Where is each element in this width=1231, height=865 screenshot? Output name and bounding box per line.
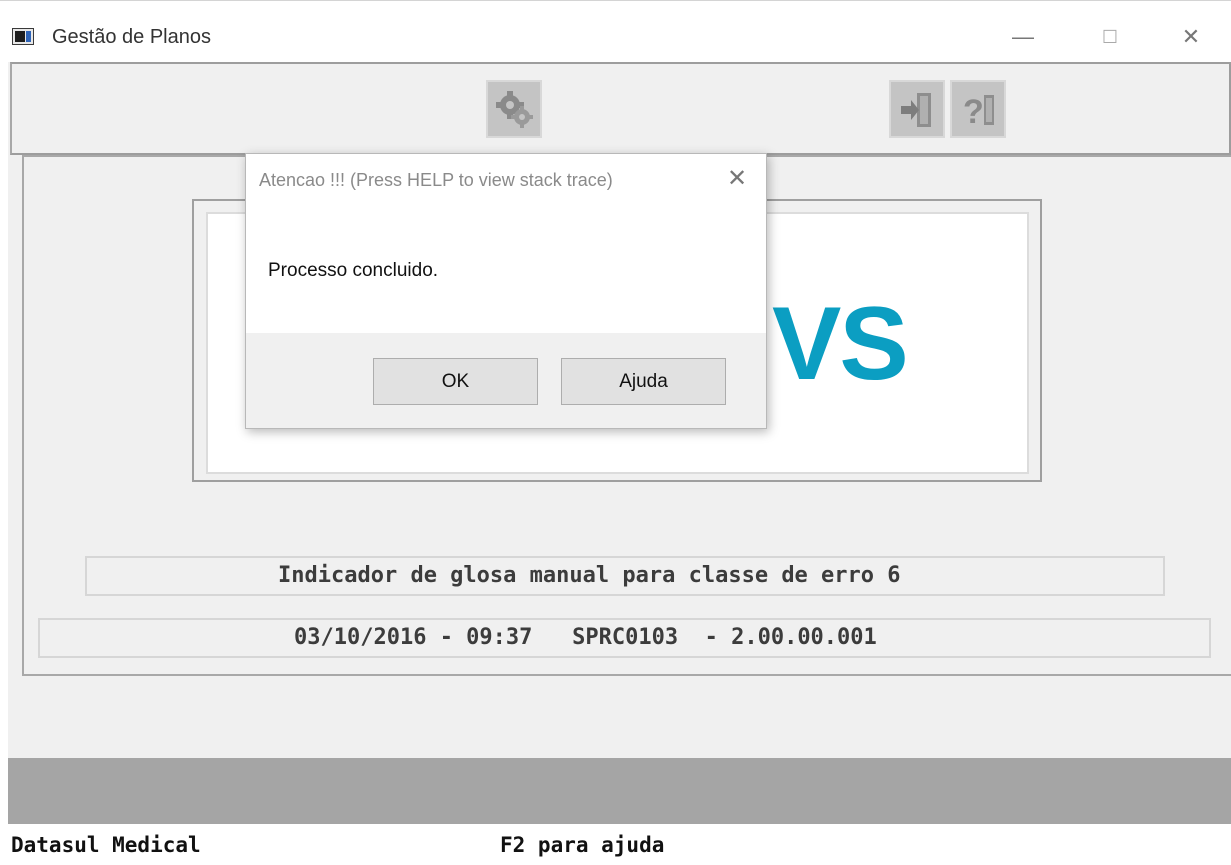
help-button[interactable]: ? xyxy=(950,80,1006,138)
svg-text:?: ? xyxy=(963,93,984,131)
totvs-logo: VS xyxy=(772,286,909,402)
minimize-button[interactable]: — xyxy=(1000,22,1046,52)
app-icon xyxy=(12,28,34,45)
help-icon: ? xyxy=(963,93,994,131)
version-text: 03/10/2016 - 09:37 SPRC0103 - 2.00.00.00… xyxy=(294,625,877,650)
exit-button[interactable] xyxy=(889,80,945,138)
window-title: Gestão de Planos xyxy=(52,26,211,48)
execute-icon xyxy=(496,91,533,128)
ok-button[interactable]: OK xyxy=(373,358,538,405)
maximize-button[interactable]: ☐ xyxy=(1087,22,1133,52)
ajuda-button[interactable]: Ajuda xyxy=(561,358,726,405)
execute-button[interactable] xyxy=(486,80,542,138)
exit-icon xyxy=(901,93,931,127)
message-area xyxy=(8,758,1231,824)
close-button[interactable]: ✕ xyxy=(1168,22,1214,52)
dialog-close-button[interactable]: ✕ xyxy=(720,164,754,194)
toolbar xyxy=(10,62,1231,155)
indicator-text: Indicador de glosa manual para classe de… xyxy=(278,563,901,588)
status-help-hint: F2 para ajuda xyxy=(500,833,665,857)
dialog-title: Atencao !!! (Press HELP to view stack tr… xyxy=(259,170,613,190)
status-app-name: Datasul Medical xyxy=(11,833,201,857)
dialog-message: Processo concluido. xyxy=(268,260,439,281)
